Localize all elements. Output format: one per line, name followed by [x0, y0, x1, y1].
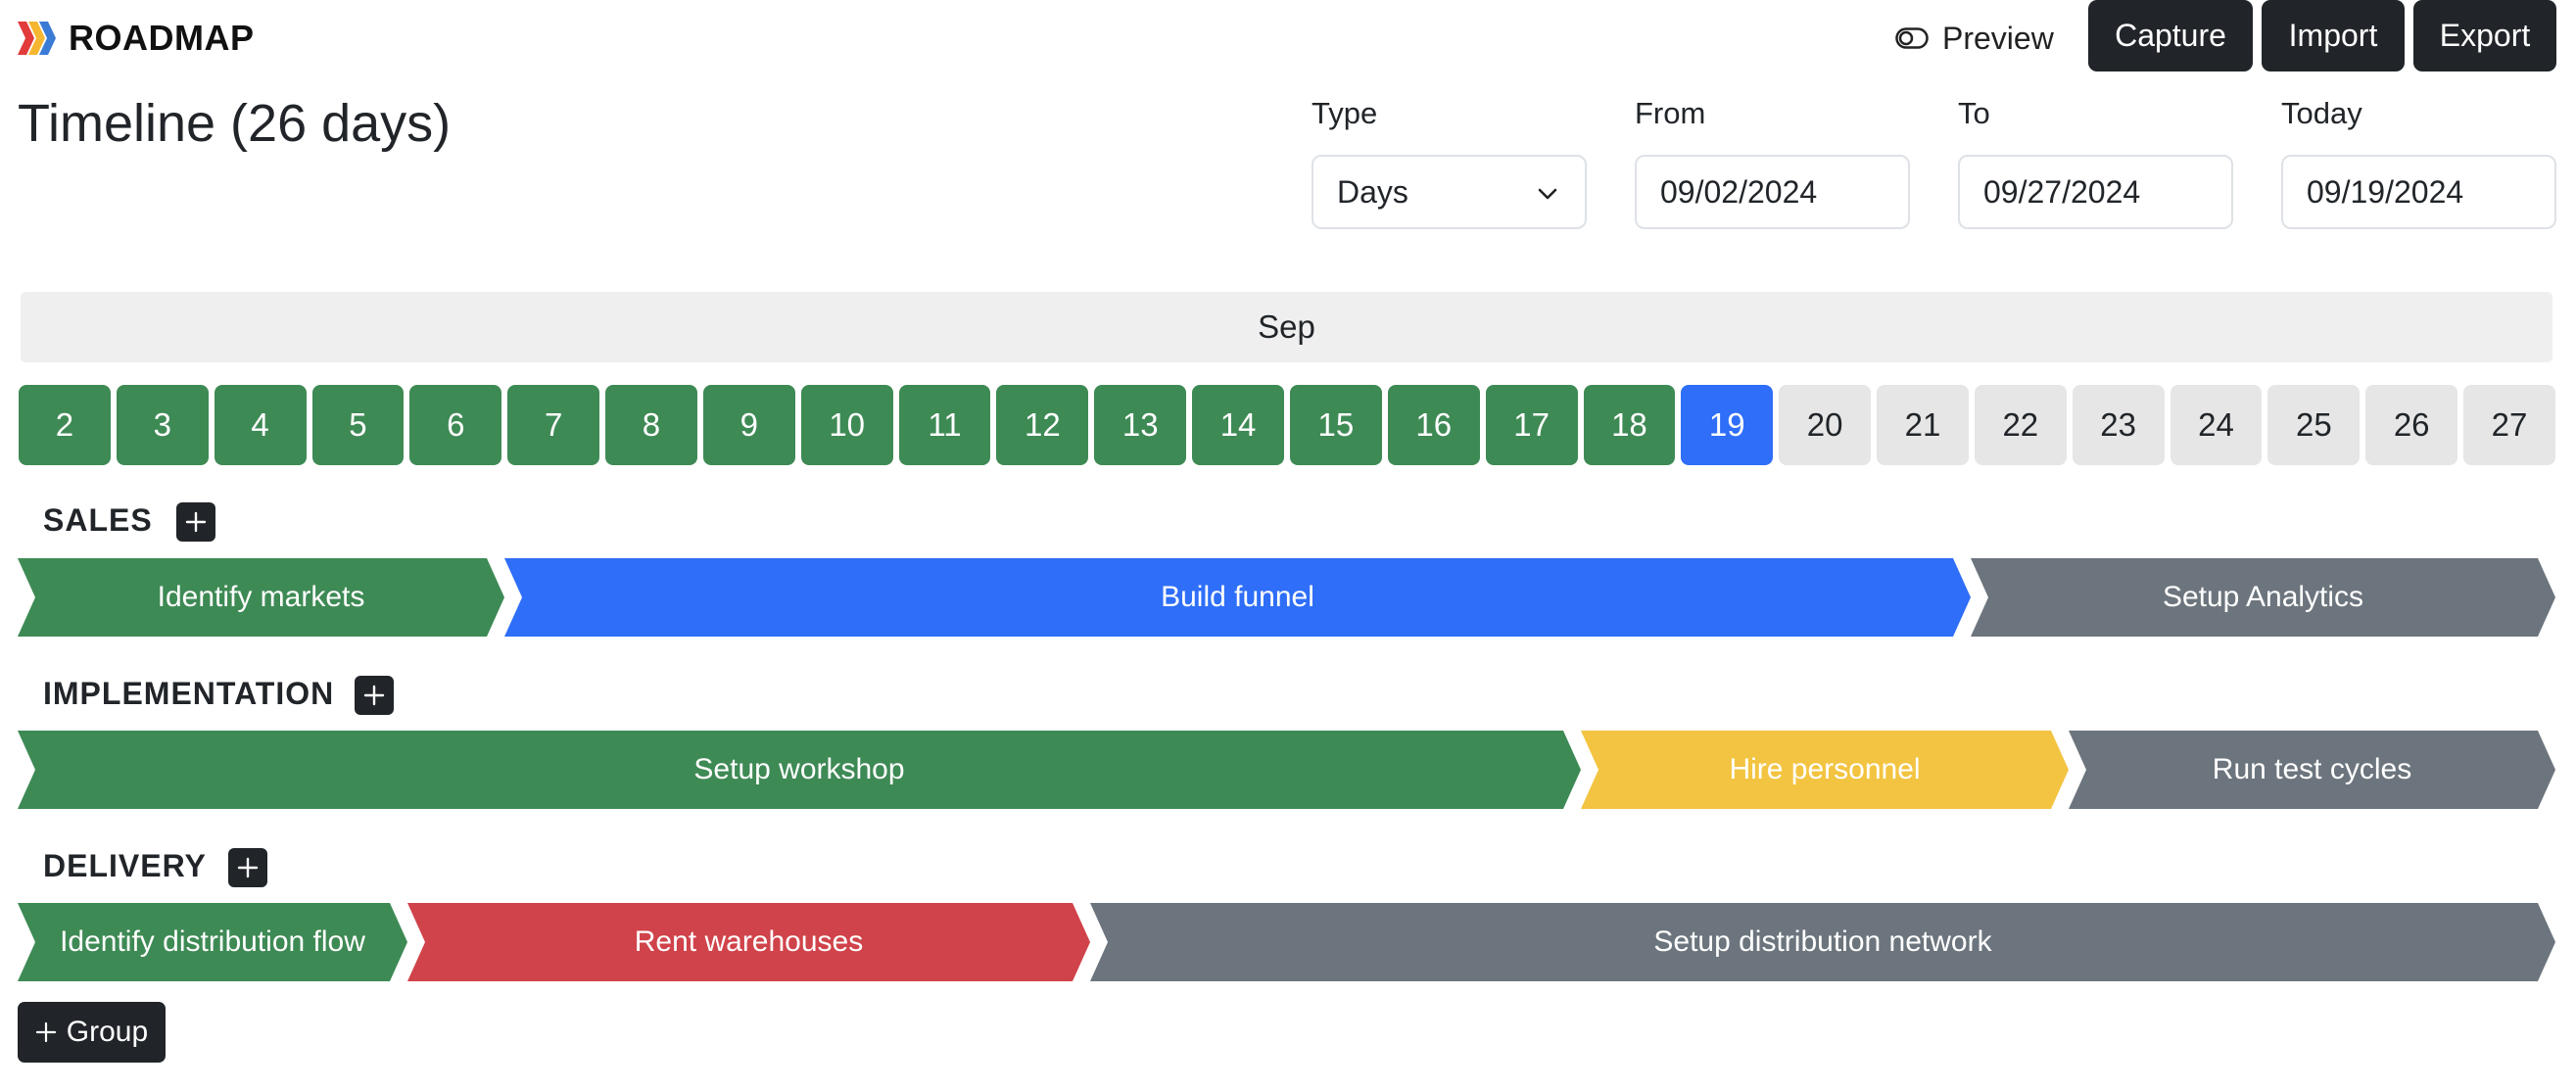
group-title-implementation: IMPLEMENTATION	[43, 676, 335, 711]
day-cell-8[interactable]: 8	[605, 385, 697, 465]
toggle-icon	[1895, 27, 1929, 49]
add-group-button[interactable]: Group	[18, 1002, 166, 1063]
day-cell-10[interactable]: 10	[800, 385, 893, 465]
day-cell-16[interactable]: 16	[1387, 385, 1480, 465]
plus-icon	[237, 857, 259, 878]
today-label: Today	[2281, 96, 2362, 130]
day-cell-6[interactable]: 6	[409, 385, 502, 465]
task-bar-run-test-cycles[interactable]: Run test cycles	[2069, 731, 2555, 809]
day-columns: 2 3 4 5 6 7 8 9 10 11 12 13 14 15 16 17 18 19 20 21 22 23 24 25…	[19, 385, 2555, 465]
day-cell-9[interactable]: 9	[702, 385, 795, 465]
chevron-down-icon	[1538, 188, 1557, 200]
plus-icon	[35, 1021, 56, 1043]
day-cell-13[interactable]: 13	[1094, 385, 1187, 465]
page-title: Timeline (26 days)	[18, 94, 452, 153]
day-cell-17[interactable]: 17	[1485, 385, 1578, 465]
to-label: To	[1958, 96, 1990, 130]
day-cell-27[interactable]: 27	[2463, 385, 2555, 465]
task-bar-build-funnel[interactable]: Build funnel	[504, 558, 1971, 637]
add-task-button-sales[interactable]	[176, 502, 215, 542]
task-bar-rent-warehouses[interactable]: Rent warehouses	[407, 903, 1090, 981]
day-cell-12[interactable]: 12	[996, 385, 1089, 465]
day-cell-26[interactable]: 26	[2365, 385, 2458, 465]
day-cell-24[interactable]: 24	[2170, 385, 2263, 465]
preview-toggle[interactable]: Preview	[1895, 16, 2054, 61]
day-cell-25[interactable]: 25	[2267, 385, 2361, 465]
day-cell-22[interactable]: 22	[1974, 385, 2067, 465]
today-date-input[interactable]: 09/19/2024	[2281, 155, 2556, 229]
to-date-input[interactable]: 09/27/2024	[1958, 155, 2233, 229]
type-select-value: Days	[1337, 173, 1408, 210]
plus-icon	[185, 511, 207, 533]
add-task-button-implementation[interactable]	[355, 676, 394, 715]
from-date-input[interactable]: 09/02/2024	[1635, 155, 1910, 229]
preview-label: Preview	[1942, 20, 2054, 56]
day-cell-4[interactable]: 4	[214, 385, 307, 465]
task-bar-setup-workshop[interactable]: Setup workshop	[18, 731, 1581, 809]
day-cell-2[interactable]: 2	[19, 385, 111, 465]
group-title-sales: SALES	[43, 502, 153, 538]
day-cell-5[interactable]: 5	[311, 385, 405, 465]
day-cell-7[interactable]: 7	[507, 385, 600, 465]
month-header: Sep	[21, 292, 2552, 362]
capture-button[interactable]: Capture	[2088, 0, 2253, 71]
day-cell-14[interactable]: 14	[1192, 385, 1284, 465]
day-cell-15[interactable]: 15	[1289, 385, 1382, 465]
task-bar-hire-personnel[interactable]: Hire personnel	[1581, 731, 2069, 809]
export-button[interactable]: Export	[2413, 0, 2556, 71]
group-title-delivery: DELIVERY	[43, 848, 207, 883]
import-button[interactable]: Import	[2262, 0, 2405, 71]
plus-icon	[363, 685, 385, 706]
add-task-button-delivery[interactable]	[228, 848, 267, 887]
day-cell-11[interactable]: 11	[898, 385, 991, 465]
to-date-value: 09/27/2024	[1983, 173, 2141, 210]
day-cell-20[interactable]: 20	[1779, 385, 1872, 465]
day-cell-18[interactable]: 18	[1583, 385, 1676, 465]
type-label: Type	[1312, 96, 1378, 130]
from-date-value: 09/02/2024	[1660, 173, 1818, 210]
chevrons-logo-icon	[18, 22, 56, 55]
from-label: From	[1635, 96, 1706, 130]
task-bar-setup-distribution-network[interactable]: Setup distribution network	[1090, 903, 2555, 981]
app-logo[interactable]: ROADMAP	[18, 14, 255, 63]
day-cell-21[interactable]: 21	[1877, 385, 1969, 465]
day-cell-23[interactable]: 23	[2072, 385, 2165, 465]
today-date-value: 09/19/2024	[2307, 173, 2464, 210]
task-bar-identify-markets[interactable]: Identify markets	[18, 558, 504, 637]
day-cell-19[interactable]: 19	[1681, 385, 1774, 465]
app-logo-text: ROADMAP	[69, 18, 255, 58]
task-bar-identify-distribution-flow[interactable]: Identify distribution flow	[18, 903, 407, 981]
add-group-label: Group	[66, 1016, 149, 1048]
day-cell-3[interactable]: 3	[116, 385, 209, 465]
type-select[interactable]: Days	[1312, 155, 1587, 229]
task-bar-setup-analytics[interactable]: Setup Analytics	[1971, 558, 2555, 637]
